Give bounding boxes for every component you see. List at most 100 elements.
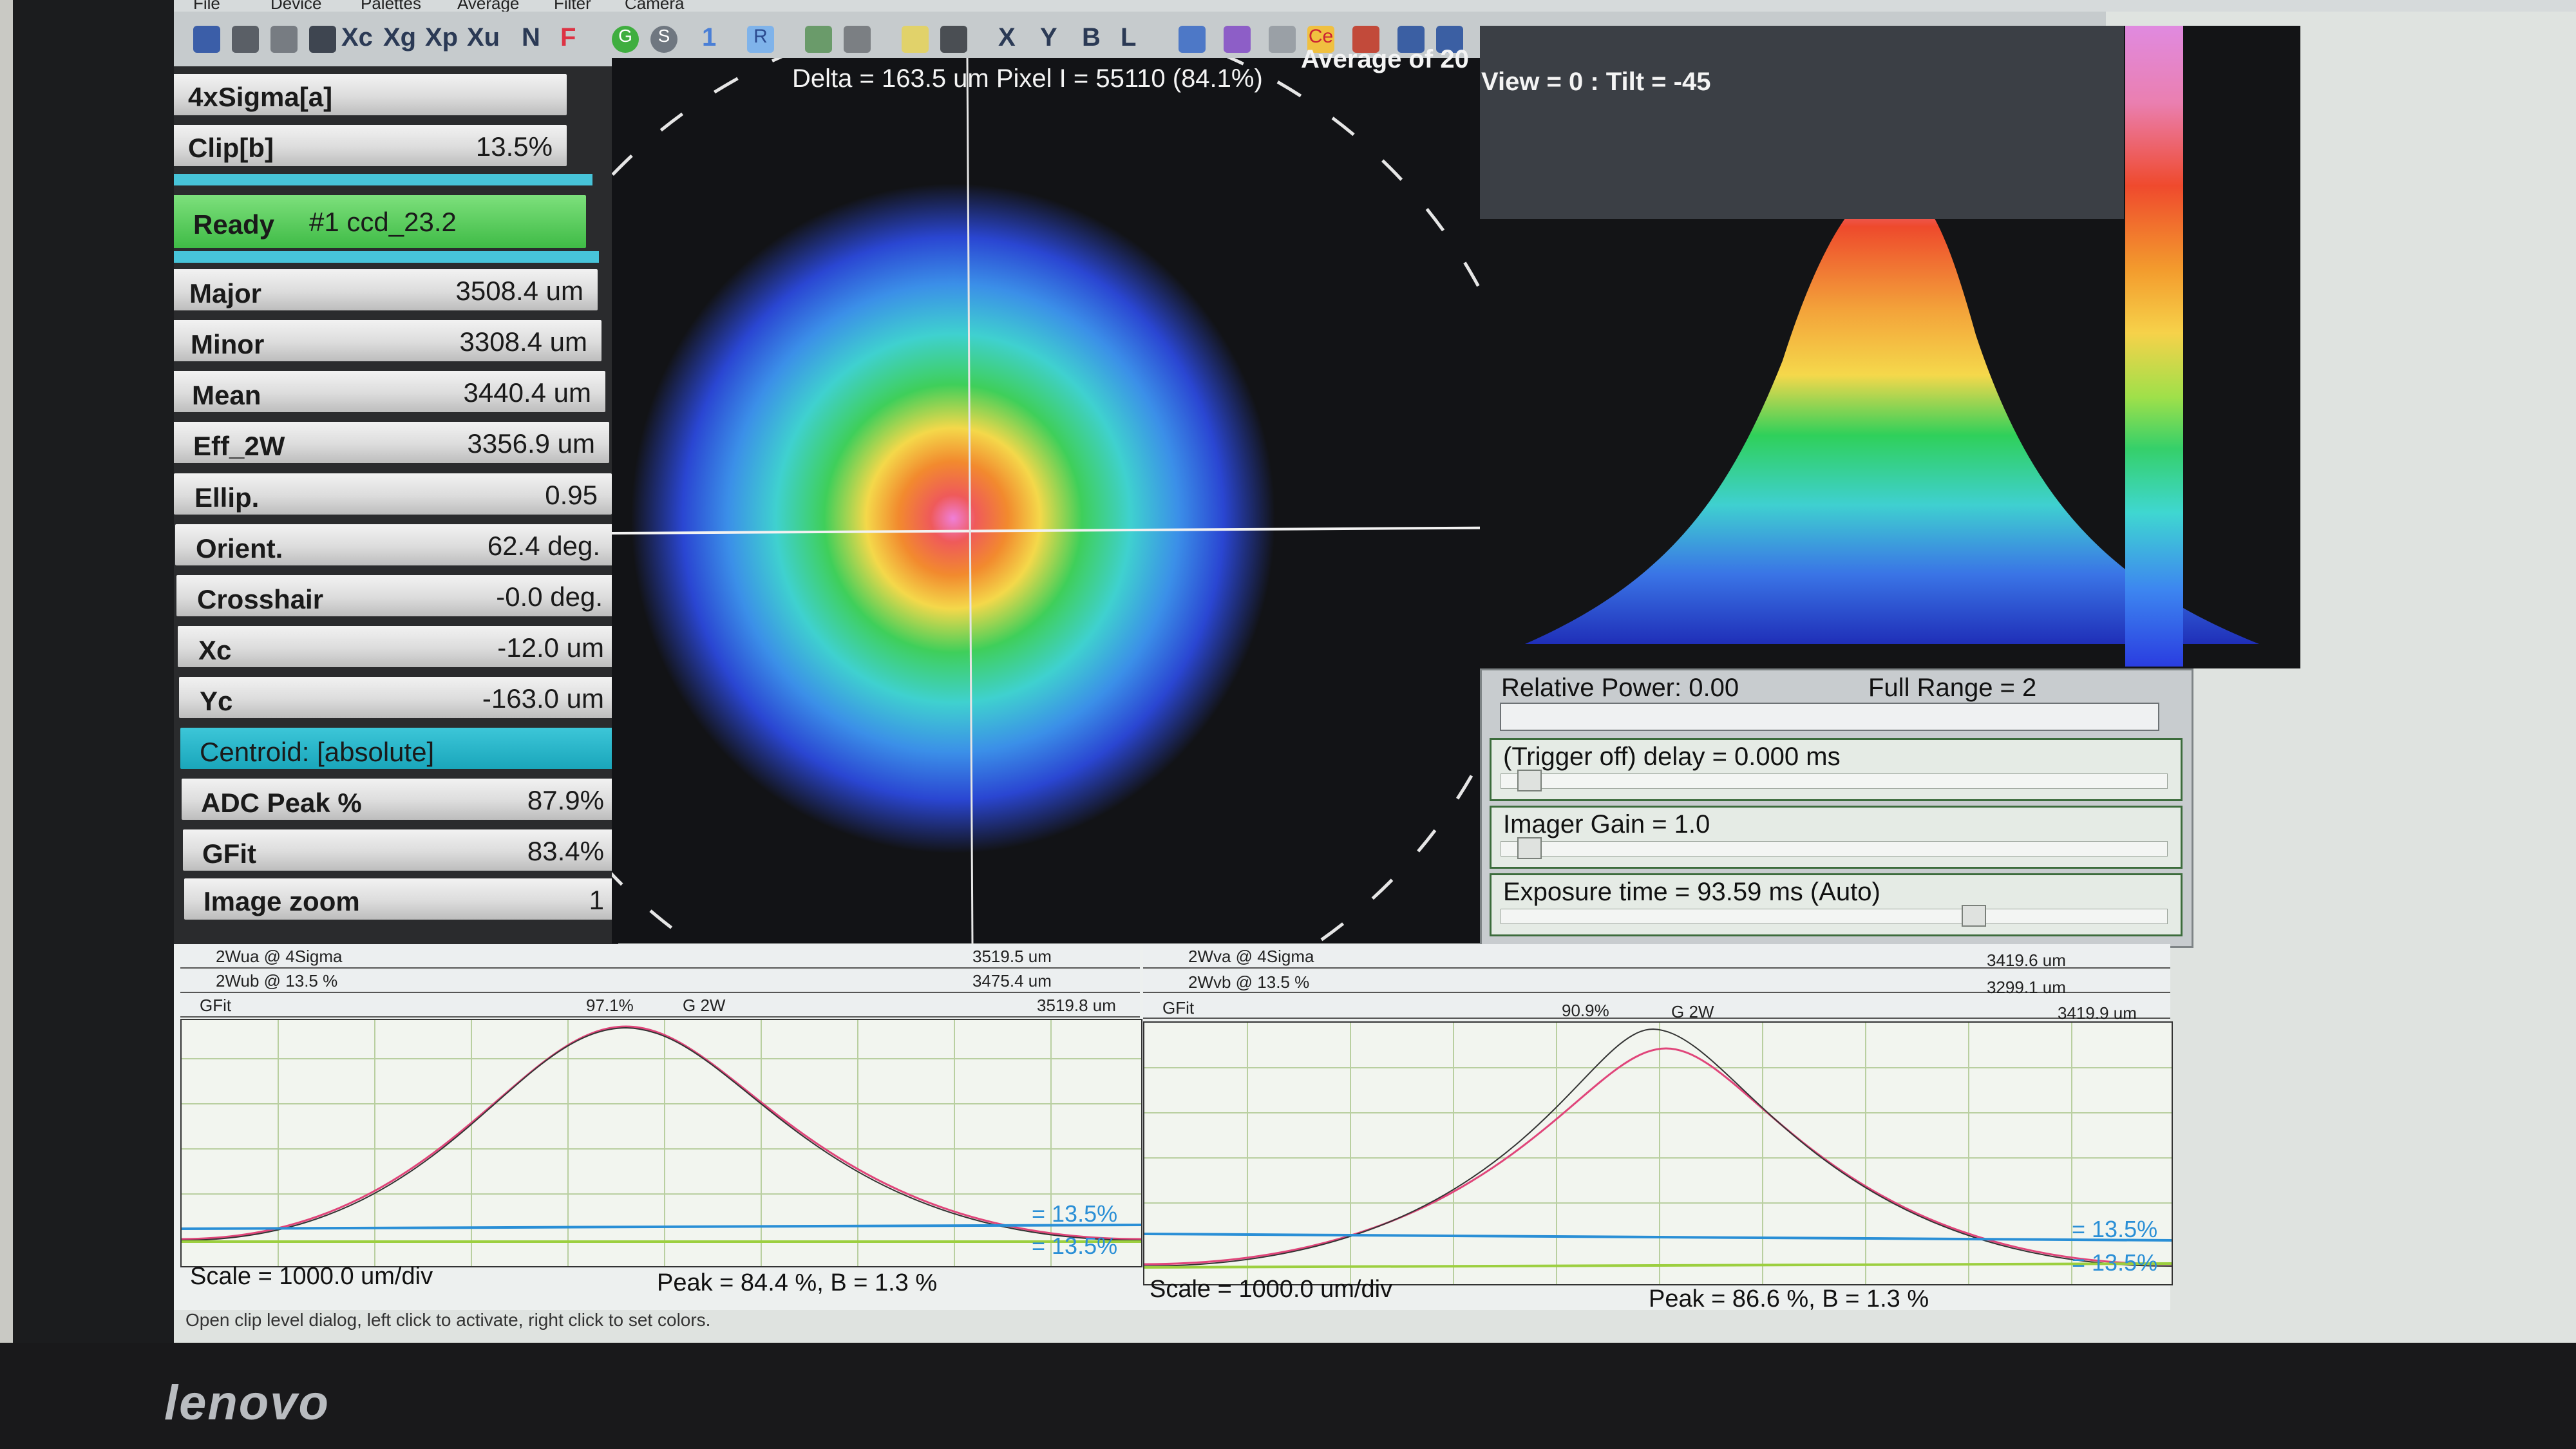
s-button[interactable]: S xyxy=(650,26,677,53)
relative-power-readout: Relative Power: 0.00 xyxy=(1501,674,1739,702)
trigger-delay-label: (Trigger off) delay = 0.000 ms xyxy=(1503,743,1841,771)
profile-b-plot[interactable]: = 13.5% = 13.5% xyxy=(1143,1021,2173,1285)
exposure-time-thumb[interactable] xyxy=(1962,905,1986,927)
profile-b-scale: Scale = 1000.0 um/div xyxy=(1150,1276,1393,1303)
profile-b-gauss-fit xyxy=(1144,1047,2172,1265)
xp-button[interactable]: Xp xyxy=(425,23,458,55)
stat-value: -12.0 um xyxy=(497,632,604,663)
xc-button[interactable]: Xc xyxy=(341,23,373,55)
stat-row: Eff_2W 3356.9 um xyxy=(174,422,609,463)
stat-label: Mean xyxy=(192,380,261,410)
xu-button[interactable]: Xu xyxy=(467,23,500,55)
beam-spot xyxy=(631,184,1275,853)
b-button[interactable]: B xyxy=(1082,23,1101,55)
clip-label: Clip[b] xyxy=(188,133,274,163)
open-folder-icon[interactable] xyxy=(270,26,298,53)
imager-gain-slider[interactable] xyxy=(1501,841,2168,857)
profile-b-clip-width-label: 2Wvb @ 13.5 % xyxy=(1188,972,1310,992)
stat-value: 62.4 deg. xyxy=(487,531,600,561)
device-name: #1 ccd_23.2 xyxy=(309,207,457,237)
imager-gain-label: Imager Gain = 1.0 xyxy=(1503,810,1710,838)
stat-label: Major xyxy=(189,278,262,308)
profile-a-clip-width-value: 3475.4 um xyxy=(972,971,1052,990)
view-tilt-readout: View = 0 : Tilt = -45 xyxy=(1481,68,1711,96)
profile-b-baseline xyxy=(1144,1262,2172,1269)
profile-b-header-1: 2Wva @ 4Sigma 3419.6 um xyxy=(1143,944,2170,970)
l-button[interactable]: L xyxy=(1121,23,1136,55)
stat-label: Ellip. xyxy=(194,482,260,513)
full-range-readout: Full Range = 2 xyxy=(1868,674,2037,702)
sigma-mode[interactable]: 4xSigma[a] xyxy=(174,74,567,115)
exposure-time-label: Exposure time = 93.59 ms (Auto) xyxy=(1503,878,1880,906)
profile-a-clip-width-label: 2Wub @ 13.5 % xyxy=(216,971,338,990)
sigma-label: 4xSigma[a] xyxy=(188,82,333,112)
unlock-icon[interactable] xyxy=(844,26,871,53)
g-button[interactable]: G xyxy=(612,26,639,53)
stat-row: Orient. 62.4 deg. xyxy=(175,524,614,565)
stat-row: Major 3508.4 um xyxy=(174,269,598,310)
stat-label: ADC Peak % xyxy=(201,788,362,818)
imager-gain-control[interactable]: Imager Gain = 1.0 xyxy=(1490,806,2183,869)
square-icon[interactable] xyxy=(940,26,967,53)
stat-label: Xc xyxy=(198,635,232,665)
results-panel: 4xSigma[a] Clip[b] 13.5% Ready #1 ccd_23… xyxy=(174,66,618,945)
status-bar: Open clip level dialog, left click to ac… xyxy=(185,1310,711,1330)
exposure-time-control[interactable]: Exposure time = 93.59 ms (Auto) xyxy=(1490,873,2183,936)
stat-row: ADC Peak % 87.9% xyxy=(182,779,618,820)
exposure-time-slider[interactable] xyxy=(1501,909,2168,924)
ready-label: Ready xyxy=(193,209,275,240)
centroid-mode[interactable]: Centroid: [absolute] xyxy=(180,728,618,769)
trigger-delay-slider[interactable] xyxy=(1501,773,2168,789)
profile-b-header-3: GFit 90.9% G 2W 3419.9 um xyxy=(1143,994,2170,1023)
bracket-m-icon[interactable] xyxy=(1224,26,1251,53)
profile-a-gfit-value: 97.1% xyxy=(586,996,634,1015)
monitor-bezel xyxy=(13,0,174,1449)
stat-label: GFit xyxy=(202,838,256,869)
stat-label: Crosshair xyxy=(197,584,324,614)
profile-b-gfit-value: 90.9% xyxy=(1562,1001,1609,1020)
profile-b-header-2: 2Wvb @ 13.5 % 3299.1 um xyxy=(1143,969,2170,997)
bracket-h-icon[interactable] xyxy=(1179,26,1206,53)
profile-a-width-label: 2Wua @ 4Sigma xyxy=(216,947,343,966)
average-readout: Average of 20 xyxy=(1301,45,1469,73)
pen-icon[interactable] xyxy=(232,26,259,53)
power-bar xyxy=(1500,703,2159,731)
palette-icon[interactable] xyxy=(902,26,929,53)
profile-b-g2w-label: G 2W xyxy=(1671,1002,1714,1021)
y-button[interactable]: Y xyxy=(1040,23,1057,55)
ready-status[interactable]: Ready #1 ccd_23.2 xyxy=(174,195,586,248)
delta-readout: Delta = 163.5 um Pixel I = 55110 (84.1%) xyxy=(792,64,1263,93)
xg-button[interactable]: Xg xyxy=(383,23,416,55)
monitor-bezel-bottom xyxy=(0,1343,2576,1449)
one-button[interactable]: 1 xyxy=(702,23,716,55)
x-button[interactable]: X xyxy=(998,23,1016,55)
n-button[interactable]: N xyxy=(522,23,540,55)
stat-row: GFit 83.4% xyxy=(183,829,618,871)
lock-icon[interactable] xyxy=(805,26,832,53)
arrow-up-icon[interactable] xyxy=(193,26,220,53)
stat-value: 3440.4 um xyxy=(463,377,591,408)
r-button[interactable]: R xyxy=(747,26,774,53)
view-backdrop xyxy=(1480,26,2124,219)
save-icon[interactable] xyxy=(309,26,336,53)
stat-row: Mean 3440.4 um xyxy=(174,371,605,412)
stat-value: 3308.4 um xyxy=(459,327,587,357)
profile-b-clip-label-1: = 13.5% xyxy=(2072,1216,2158,1242)
trigger-delay-control[interactable]: (Trigger off) delay = 0.000 ms xyxy=(1490,738,2183,801)
profile-a-scale: Scale = 1000.0 um/div xyxy=(190,1263,433,1290)
imager-gain-thumb[interactable] xyxy=(1517,837,1542,859)
bracket-icon[interactable] xyxy=(1269,26,1296,53)
profile-b-clip-line xyxy=(1144,1233,2172,1242)
stat-value: 3356.9 um xyxy=(467,428,595,459)
app-window: File Device Palettes Average Filter Came… xyxy=(174,0,2576,1343)
f-button[interactable]: F xyxy=(560,23,576,55)
profile-a-plot[interactable]: = 13.5% = 13.5% xyxy=(180,1019,1142,1267)
profile-a-g2w-value: 3519.8 um xyxy=(1037,996,1116,1015)
clip-setting[interactable]: Clip[b] 13.5% xyxy=(174,125,567,166)
trigger-delay-thumb[interactable] xyxy=(1517,770,1542,791)
profile-b-gfit-label: GFit xyxy=(1162,998,1195,1018)
stat-value: 3508.4 um xyxy=(455,276,583,306)
profile-a-profile xyxy=(182,1027,1141,1241)
brand-logo: lenovo xyxy=(164,1376,330,1430)
profile-a-graph xyxy=(182,1020,1141,1266)
